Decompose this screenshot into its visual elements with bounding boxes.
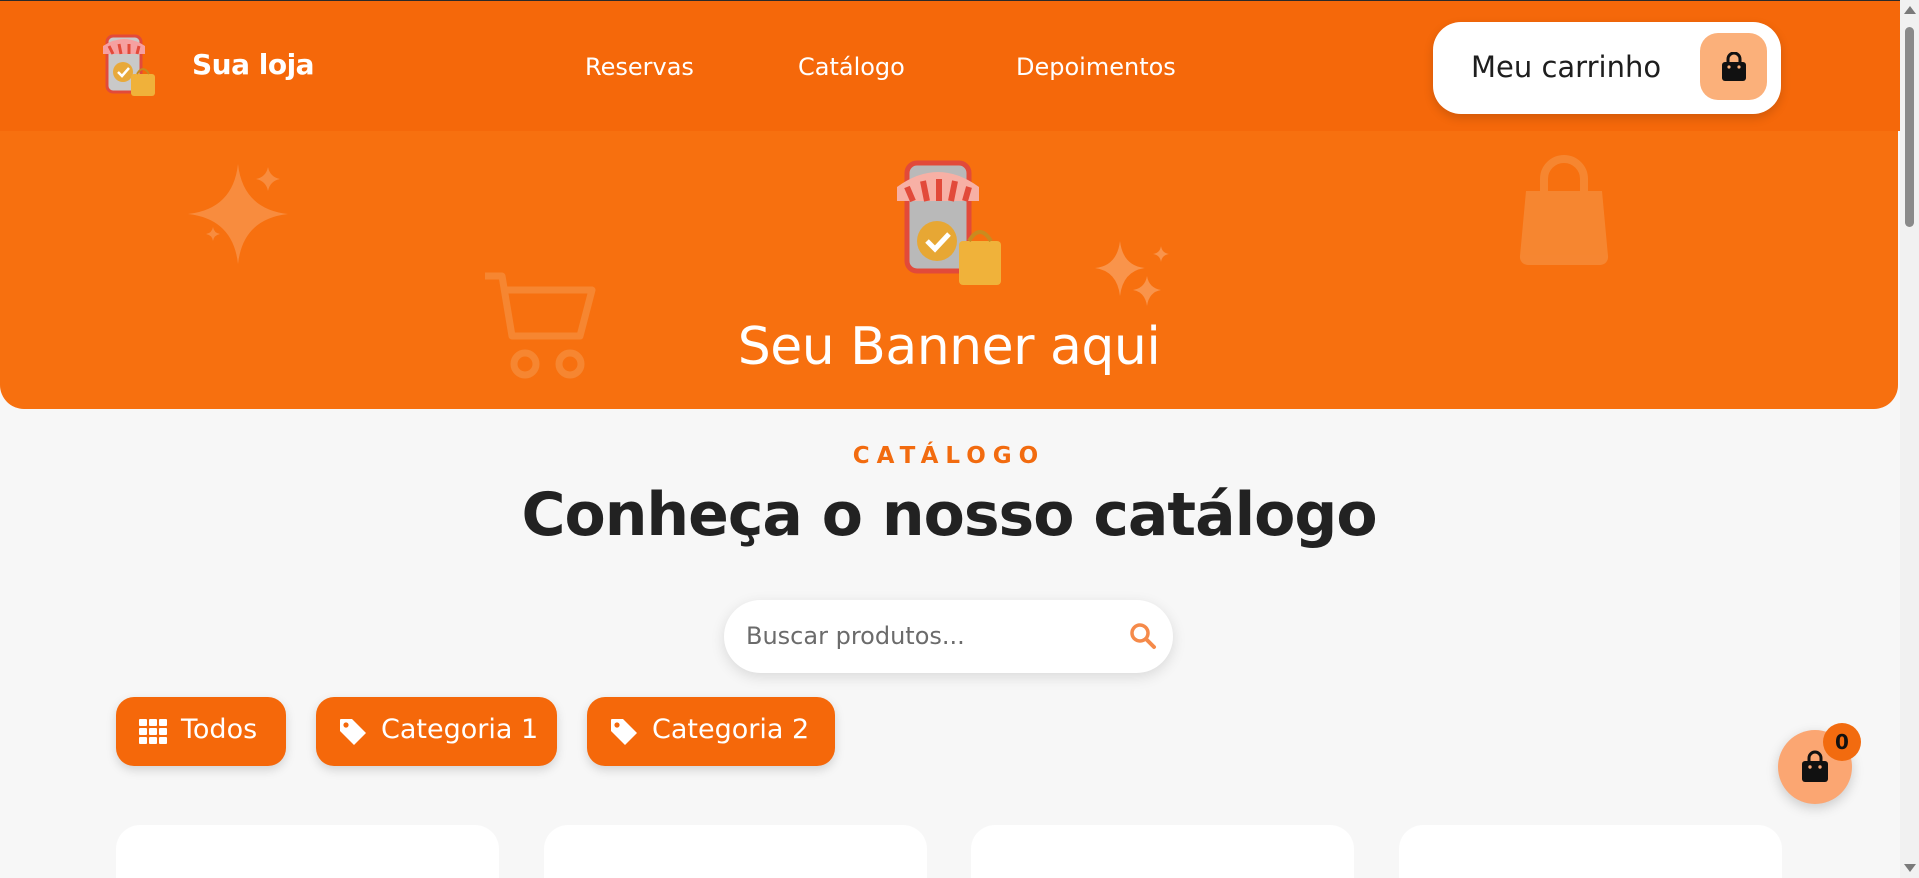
product-card[interactable] [971, 825, 1354, 878]
scroll-down-icon[interactable] [1904, 864, 1916, 872]
shopping-bag-icon [1519, 155, 1609, 266]
banner-title: Seu Banner aqui [737, 317, 1161, 377]
tag-icon [611, 719, 637, 745]
category-label: Todos [181, 714, 258, 745]
vertical-scrollbar[interactable] [1900, 0, 1919, 878]
category-label: Categoria 1 [381, 714, 539, 745]
category-label: Categoria 2 [652, 714, 810, 745]
my-cart-button[interactable]: Meu carrinho [1433, 22, 1781, 114]
my-cart-label: Meu carrinho [1471, 50, 1662, 84]
catalog-eyebrow: CATÁLOGO [852, 443, 1046, 469]
scroll-thumb[interactable] [1905, 27, 1914, 227]
shopping-bag-icon [1802, 750, 1828, 782]
brand-name[interactable]: Sua loja [192, 48, 315, 81]
store-logo-icon[interactable] [101, 32, 159, 100]
category-chip-1[interactable]: Categoria 1 [316, 697, 557, 766]
site-header: Sua loja Reservas Catálogo Depoimentos M… [0, 0, 1900, 131]
nav-link-depoimentos[interactable]: Depoimentos [1016, 53, 1176, 81]
page: Sua loja Reservas Catálogo Depoimentos M… [0, 0, 1900, 878]
shopping-bag-icon [1700, 33, 1767, 100]
hero-banner: Seu Banner aqui [0, 131, 1898, 409]
product-card[interactable] [1399, 825, 1782, 878]
cart-count-badge: 0 [1823, 723, 1861, 761]
product-card[interactable] [116, 825, 499, 878]
product-search [724, 600, 1173, 673]
grid-icon [139, 719, 167, 744]
nav-link-reservas[interactable]: Reservas [585, 53, 694, 81]
search-input[interactable] [746, 616, 1106, 656]
sparkle-icon [1095, 241, 1169, 306]
scroll-up-icon[interactable] [1904, 6, 1916, 14]
nav-link-catalogo[interactable]: Catálogo [798, 53, 905, 81]
tag-icon [340, 719, 366, 745]
catalog-title: Conheça o nosso catálogo [521, 480, 1377, 550]
category-chip-todos[interactable]: Todos [116, 697, 286, 766]
banner-store-logo-icon [893, 155, 1005, 289]
category-chip-2[interactable]: Categoria 2 [587, 697, 835, 766]
search-icon[interactable] [1129, 622, 1157, 650]
sparkle-icon [188, 164, 288, 264]
product-card[interactable] [544, 825, 927, 878]
